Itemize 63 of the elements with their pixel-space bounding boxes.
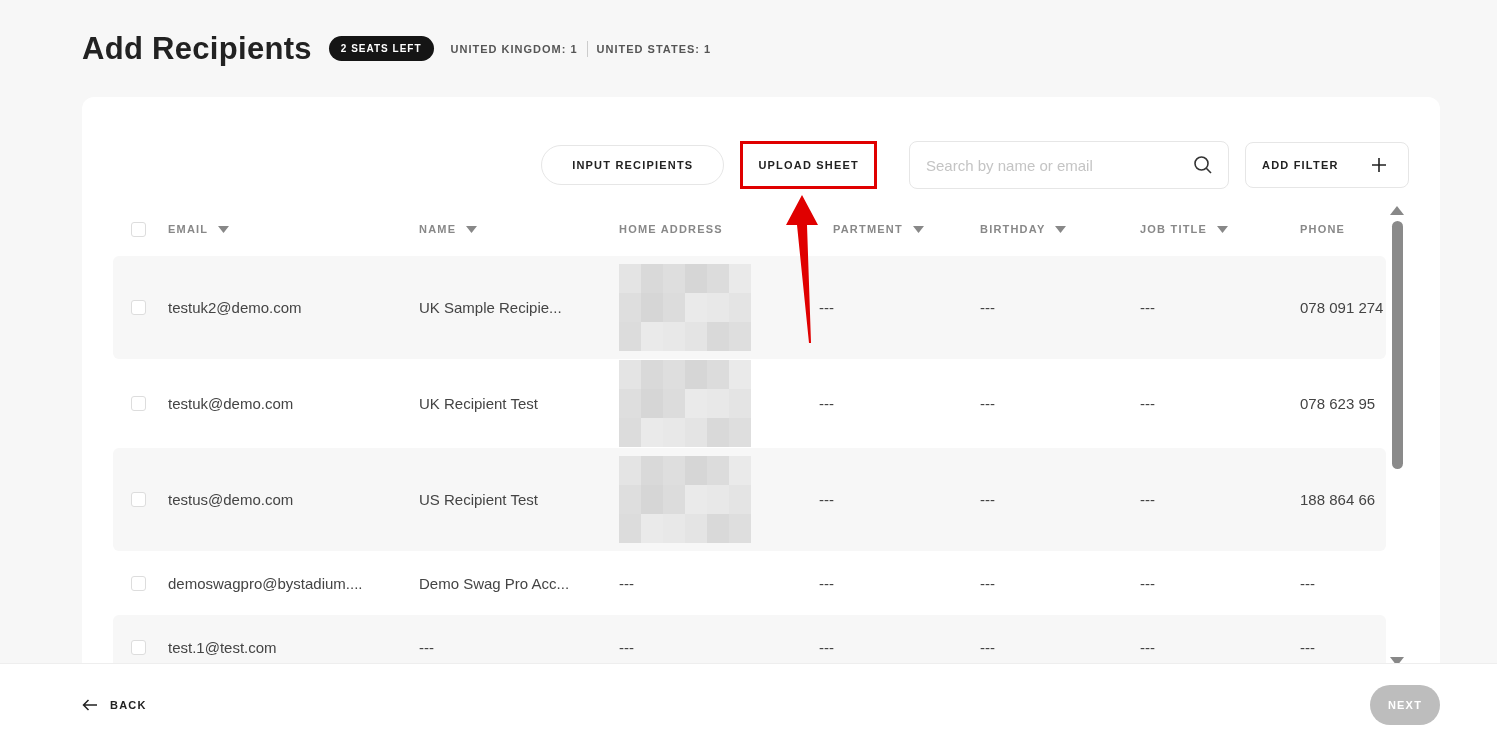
- scroll-up-icon[interactable]: [1390, 206, 1404, 215]
- table-cell: ---: [1140, 491, 1155, 508]
- select-all-checkbox[interactable]: [131, 221, 146, 237]
- table-cell: 188 864 66: [1300, 491, 1376, 508]
- table-cell: ---: [419, 638, 434, 656]
- table-cell: ---: [1300, 574, 1315, 592]
- sort-caret-icon[interactable]: [1055, 225, 1067, 233]
- page-title: Add Recipients: [82, 30, 312, 67]
- back-button[interactable]: BACK: [82, 698, 147, 711]
- seats-badge: 2 SEATS LEFT: [328, 36, 434, 61]
- table-cell: ---: [1300, 638, 1315, 656]
- row-checkbox[interactable]: [131, 300, 146, 315]
- search-icon: [1193, 155, 1213, 175]
- row-checkbox[interactable]: [131, 575, 146, 591]
- toolbar-button[interactable]: INPUT RECIPIENTS: [541, 145, 725, 185]
- country-count: UNITED STATES: 1: [596, 42, 712, 55]
- table-cell: testus@demo.com: [168, 491, 294, 508]
- table-cell: ---: [980, 574, 995, 592]
- table-cell: ---: [819, 395, 834, 412]
- table-cell: ---: [619, 638, 634, 656]
- toolbar-button[interactable]: UPLOAD SHEET: [740, 141, 877, 189]
- table-cell: US Recipient Test: [419, 491, 538, 508]
- table-cell: ---: [1140, 638, 1155, 656]
- sort-caret-icon[interactable]: [1217, 225, 1229, 233]
- table-cell: 078 623 95: [1300, 395, 1376, 412]
- table-cell: ---: [1140, 299, 1155, 316]
- table-cell: Demo Swag Pro Acc...: [419, 574, 570, 592]
- table-cell: ---: [980, 299, 995, 316]
- row-checkbox[interactable]: [131, 639, 146, 655]
- table-cell: ---: [619, 574, 634, 592]
- column-header[interactable]: EMAIL: [168, 223, 209, 235]
- sort-caret-icon[interactable]: [218, 225, 230, 233]
- column-header[interactable]: PHONE: [1300, 223, 1346, 235]
- table-cell: ---: [980, 638, 995, 656]
- add-filter-button[interactable]: ADD FILTER: [1245, 142, 1409, 188]
- table-cell: ---: [819, 638, 834, 656]
- sort-caret-icon[interactable]: [912, 225, 924, 233]
- table-cell: demoswagpro@bystadium....: [168, 574, 363, 592]
- column-header[interactable]: BIRTHDAY: [980, 223, 1046, 235]
- table-cell: ---: [1140, 574, 1155, 592]
- column-header[interactable]: HOME ADDRESS: [619, 223, 723, 235]
- table-cell: ---: [819, 491, 834, 508]
- table-cell: ---: [980, 395, 995, 412]
- country-count: UNITED KINGDOM: 1: [450, 42, 578, 55]
- column-header[interactable]: JOB TITLE: [1140, 223, 1208, 235]
- column-header[interactable]: NAME: [419, 223, 457, 235]
- search-field[interactable]: Search by name or email: [909, 141, 1229, 189]
- row-checkbox[interactable]: [131, 492, 146, 507]
- table-cell: ---: [1140, 395, 1155, 412]
- column-header[interactable]: PARTMENT: [833, 223, 903, 235]
- table-cell: testuk2@demo.com: [168, 299, 302, 316]
- table-cell: UK Recipient Test: [419, 395, 538, 412]
- table-cell: UK Sample Recipie...: [419, 299, 562, 316]
- table-cell: ---: [819, 574, 834, 592]
- table-cell: testuk@demo.com: [168, 395, 294, 412]
- back-arrow-icon: [82, 698, 98, 711]
- table-cell: test.1@test.com: [168, 638, 277, 656]
- sort-caret-icon[interactable]: [466, 225, 478, 233]
- row-checkbox[interactable]: [131, 396, 146, 411]
- plus-icon: [1372, 158, 1386, 172]
- table-cell: ---: [980, 491, 995, 508]
- table-cell: ---: [819, 299, 834, 316]
- table-cell: 078 091 274: [1300, 299, 1384, 316]
